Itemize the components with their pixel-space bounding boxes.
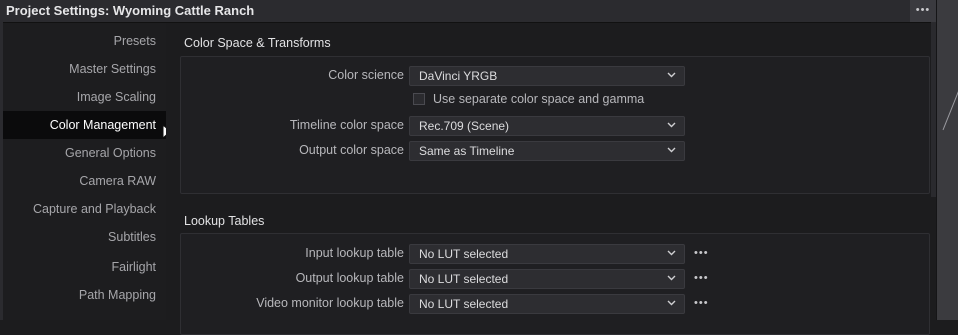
title-more-options-icon[interactable]: ••• — [910, 0, 936, 22]
output-color-space-label: Output color space — [299, 143, 404, 157]
video-monitor-lut-label: Video monitor lookup table — [256, 296, 404, 310]
chevron-down-icon — [667, 300, 676, 306]
chevron-down-icon — [667, 122, 676, 128]
input-lut-value: No LUT selected — [419, 247, 509, 261]
color-management-panel: Color Space & Transforms Color science D… — [166, 23, 936, 335]
input-lut-more-icon[interactable]: ••• — [694, 247, 709, 259]
output-lut-dropdown[interactable]: No LUT selected — [409, 269, 685, 289]
sidebar-item-image-scaling[interactable]: Image Scaling — [3, 83, 166, 111]
video-monitor-lut-value: No LUT selected — [419, 297, 509, 311]
sidebar-item-master-settings[interactable]: Master Settings — [3, 55, 166, 83]
background-app-strip — [936, 0, 958, 320]
section-title-color-space: Color Space & Transforms — [184, 36, 331, 50]
settings-sidebar: Presets Master Settings Image Scaling Co… — [3, 23, 166, 320]
color-science-label: Color science — [328, 68, 404, 82]
sidebar-item-path-mapping[interactable]: Path Mapping — [3, 281, 166, 309]
curve-graph-fragment-icon — [942, 91, 958, 131]
output-lut-label: Output lookup table — [295, 271, 404, 285]
sidebar-item-general-options[interactable]: General Options — [3, 139, 166, 167]
output-color-space-value: Same as Timeline — [419, 144, 515, 158]
separate-color-space-label: Use separate color space and gamma — [433, 92, 645, 106]
output-lut-value: No LUT selected — [419, 272, 509, 286]
chevron-down-icon — [667, 72, 676, 78]
timeline-color-space-label: Timeline color space — [289, 118, 404, 132]
title-bar: Project Settings: Wyoming Cattle Ranch •… — [0, 0, 936, 23]
chevron-down-icon — [667, 250, 676, 256]
sidebar-item-fairlight[interactable]: Fairlight — [3, 253, 166, 281]
timeline-color-space-value: Rec.709 (Scene) — [419, 119, 510, 133]
video-monitor-lut-more-icon[interactable]: ••• — [694, 297, 709, 309]
color-science-dropdown[interactable]: DaVinci YRGB — [409, 66, 685, 86]
section-title-lookup-tables: Lookup Tables — [184, 214, 265, 228]
color-space-group: Color science DaVinci YRGB Use separate … — [180, 56, 930, 194]
input-lut-label: Input lookup table — [305, 246, 404, 260]
input-lut-dropdown[interactable]: No LUT selected — [409, 244, 685, 264]
sidebar-item-color-management[interactable]: Color Management — [3, 111, 166, 139]
color-science-value: DaVinci YRGB — [419, 69, 498, 83]
output-lut-more-icon[interactable]: ••• — [694, 272, 709, 284]
sidebar-item-subtitles[interactable]: Subtitles — [3, 223, 166, 251]
video-monitor-lut-dropdown[interactable]: No LUT selected — [409, 294, 685, 314]
timeline-color-space-dropdown[interactable]: Rec.709 (Scene) — [409, 116, 685, 136]
chevron-down-icon — [667, 147, 676, 153]
sidebar-item-capture-and-playback[interactable]: Capture and Playback — [3, 195, 166, 223]
chevron-down-icon — [667, 275, 676, 281]
window-title: Project Settings: Wyoming Cattle Ranch — [6, 3, 255, 18]
separate-color-space-checkbox[interactable] — [413, 93, 425, 105]
sidebar-item-presets[interactable]: Presets — [3, 27, 166, 55]
output-color-space-dropdown[interactable]: Same as Timeline — [409, 141, 685, 161]
sidebar-item-camera-raw[interactable]: Camera RAW — [3, 167, 166, 195]
